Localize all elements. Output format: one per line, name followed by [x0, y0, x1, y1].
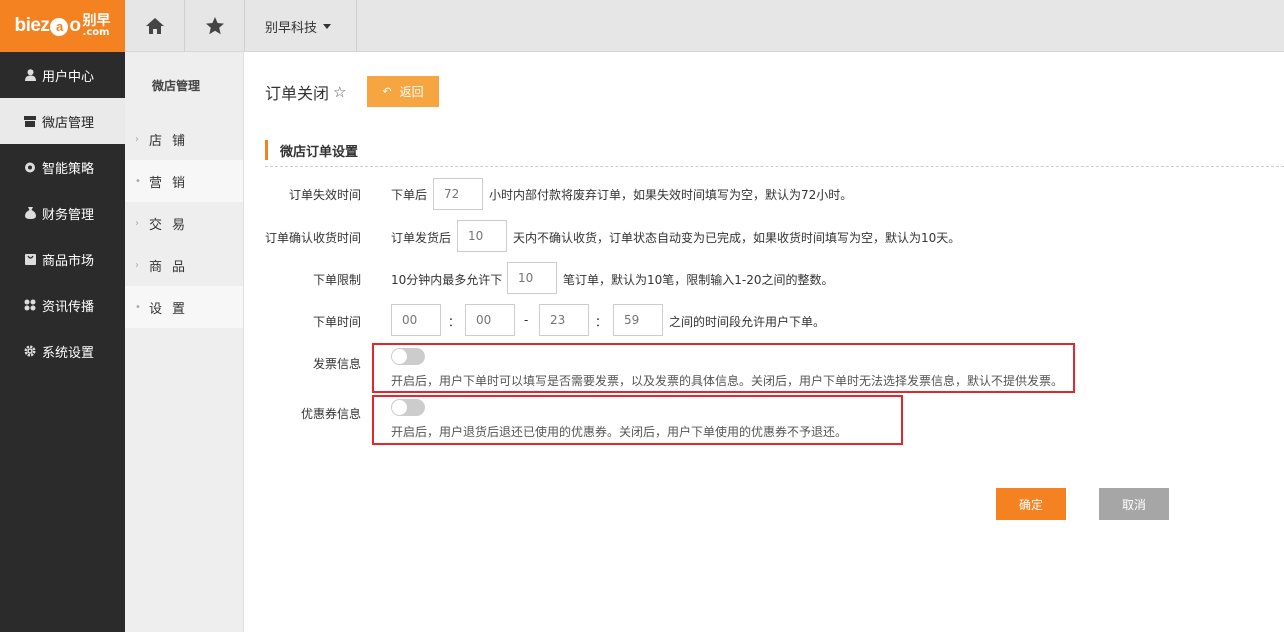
confirm-days-input[interactable] [457, 220, 507, 252]
sidebar-item-label: 财务管理 [42, 207, 95, 223]
main-sidebar: biez a o 别早 .com 用户中心 微店管理 智能策略 财务管理 商品市场 [0, 0, 125, 632]
expire-hours-input[interactable] [433, 178, 483, 210]
grid-icon [24, 299, 36, 311]
divider [265, 166, 1284, 167]
toggle-knob [392, 349, 407, 364]
user-icon [24, 69, 36, 81]
confirm-button[interactable]: 确定 [996, 488, 1066, 520]
chevron-right-icon: › [135, 133, 139, 145]
sidebar-item-label: 系统设置 [42, 345, 95, 361]
expire-hint: 小时内部付款将废弃订单，如果失效时间填写为空，默认为72小时。 [489, 188, 853, 202]
store-icon [24, 115, 36, 127]
confirm-hint: 天内不确认收货，订单状态自动变为已完成，如果收货时间填写为空，默认为10天。 [513, 231, 961, 245]
strategy-icon [24, 161, 36, 173]
invoice-toggle[interactable] [391, 348, 425, 365]
home-button[interactable] [125, 0, 185, 52]
favorite-button[interactable] [185, 0, 245, 52]
sidebar-item-market[interactable]: 商品市场 [0, 236, 125, 282]
limit-prefix: 10分钟内最多允许下 [391, 273, 503, 287]
gear-icon [24, 345, 36, 357]
expire-prefix: 下单后 [391, 188, 428, 202]
star-outline-icon[interactable]: ☆ [333, 83, 346, 101]
limit-hint: 笔订单，默认为10笔，限制输入1-20之间的整数。 [563, 273, 834, 287]
confirm-prefix: 订单发货后 [391, 231, 452, 245]
sidebar-item-label: 商品市场 [42, 253, 95, 269]
cancel-button[interactable]: 取消 [1099, 488, 1169, 520]
sidebar-item-news[interactable]: 资讯传播 [0, 282, 125, 328]
sub-nav-item-settings[interactable]: • 设置 [125, 286, 243, 328]
limit-label: 下单限制 [312, 273, 361, 287]
time-label: 下单时间 [312, 315, 361, 329]
start-minute-input[interactable] [465, 304, 515, 336]
main-content: 订单关闭 ☆ ↶ 返回 微店订单设置 订单失效时间 下单后 小时内部付款将废弃订… [245, 52, 1284, 632]
end-minute-input[interactable] [613, 304, 663, 336]
sidebar-item-user-center[interactable]: 用户中心 [0, 52, 125, 98]
time-dash: - [524, 313, 529, 327]
money-bag-icon [24, 207, 36, 219]
end-hour-input[interactable] [539, 304, 589, 336]
section-title: 微店订单设置 [265, 140, 358, 160]
sidebar-item-finance[interactable]: 财务管理 [0, 190, 125, 236]
sidebar-item-label: 微店管理 [42, 115, 95, 131]
sub-nav-item-marketing[interactable]: • 营销 [125, 160, 243, 202]
sub-nav-item-goods[interactable]: › 商品 [125, 244, 243, 286]
top-bar: 别早科技 [125, 0, 1284, 52]
brand-logo[interactable]: biez a o 别早 .com [0, 0, 125, 52]
expire-label: 订单失效时间 [288, 188, 361, 202]
back-button[interactable]: ↶ 返回 [367, 76, 439, 107]
time-hint: 之间的时间段允许用户下单。 [669, 315, 826, 329]
time-colon: ： [448, 315, 461, 329]
sub-nav-item-shop[interactable]: › 店铺 [125, 118, 243, 160]
coupon-hint: 开启后，用户退货后退还已使用的优惠券。关闭后，用户下单使用的优惠券不予退还。 [391, 425, 848, 439]
sidebar-item-label: 用户中心 [42, 69, 95, 85]
company-name: 别早科技 [265, 20, 318, 36]
sidebar-item-label: 智能策略 [42, 161, 95, 177]
coupon-toggle[interactable] [391, 399, 425, 416]
confirm-label: 订单确认收货时间 [264, 231, 361, 245]
limit-orders-input[interactable] [507, 262, 557, 294]
sidebar-item-label: 资讯传播 [42, 299, 95, 315]
invoice-hint: 开启后，用户下单时可以填写是否需要发票，以及发票的具体信息。关闭后，用户下单时无… [391, 374, 1064, 388]
time-colon: ： [595, 315, 608, 329]
sub-nav-item-trade[interactable]: › 交易 [125, 202, 243, 244]
sub-nav-title: 微店管理 [152, 78, 201, 93]
sidebar-item-system-settings[interactable]: 系统设置 [0, 328, 125, 374]
star-icon [205, 17, 224, 35]
start-hour-input[interactable] [391, 304, 441, 336]
chevron-right-icon: › [135, 217, 139, 229]
reply-arrow-icon: ↶ [382, 86, 392, 98]
bullet-icon: • [135, 301, 141, 313]
coupon-label: 优惠券信息 [300, 407, 361, 421]
company-selector[interactable]: 别早科技 [245, 0, 357, 52]
caret-down-icon [323, 23, 332, 29]
invoice-label: 发票信息 [312, 357, 361, 371]
sidebar-item-smart-strategy[interactable]: 智能策略 [0, 144, 125, 190]
market-icon [24, 253, 36, 265]
home-icon [145, 18, 164, 34]
bullet-icon: • [135, 175, 141, 187]
page-title: 订单关闭 ☆ [265, 83, 347, 103]
sub-nav: 微店管理 › 店铺 • 营销 › 交易 › 商品 • 设置 [125, 52, 244, 632]
toggle-knob [392, 400, 407, 415]
sidebar-item-store-management[interactable]: 微店管理 [0, 98, 125, 144]
chevron-right-icon: › [135, 259, 139, 271]
logo-text: biez a o [14, 15, 81, 36]
